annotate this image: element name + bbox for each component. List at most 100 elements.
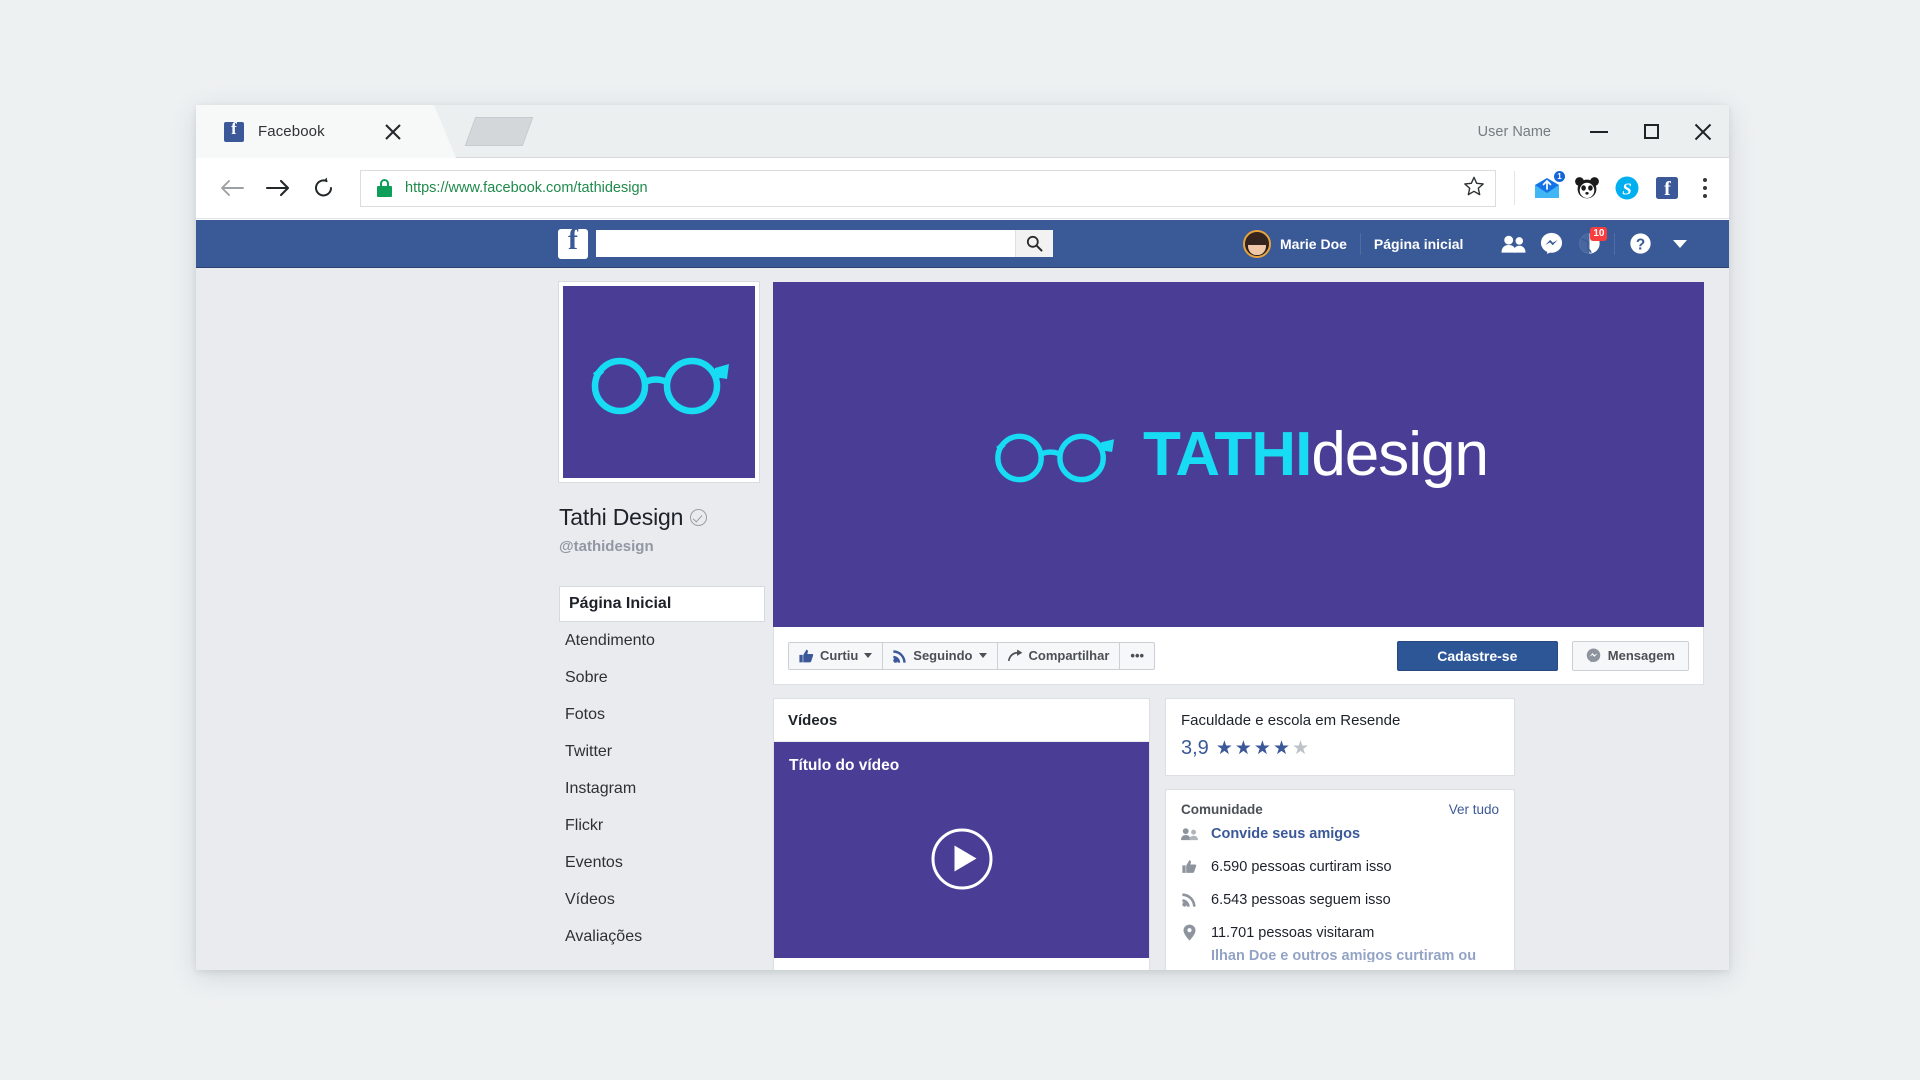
sidebar-item-twitter[interactable]: Twitter: [559, 733, 765, 770]
rss-icon: [1181, 892, 1198, 907]
sidebar-item-label: Vídeos: [565, 890, 615, 908]
see-all-link[interactable]: Ver tudo: [1449, 802, 1499, 817]
cover-logo: TATHIdesign: [989, 423, 1489, 486]
nav-icon-divider: [1614, 232, 1616, 255]
signup-button[interactable]: Cadastre-se: [1396, 640, 1558, 671]
url-text: https://www.facebook.com/tathidesign: [405, 180, 648, 196]
sidebar-item-instagram[interactable]: Instagram: [559, 770, 765, 807]
profile-picture[interactable]: [559, 282, 759, 482]
sidebar-item-fotos[interactable]: Fotos: [559, 696, 765, 733]
chevron-down-icon: [978, 653, 987, 658]
community-row-text: 6.590 pessoas curtiram isso: [1211, 858, 1392, 875]
follow-button[interactable]: Seguindo: [882, 641, 998, 670]
like-button[interactable]: Curtiu: [788, 641, 884, 670]
sidebar-item-label: Sobre: [565, 668, 608, 686]
notifications-globe-icon[interactable]: 10: [1570, 225, 1608, 263]
star-icon[interactable]: [1463, 175, 1485, 202]
user-name-label: User Name: [1477, 123, 1551, 140]
avatar[interactable]: [1243, 229, 1271, 258]
community-friends-row[interactable]: Ilhan Doe e outros amigos curtiram ou: [1181, 949, 1499, 962]
message-button[interactable]: Mensagem: [1571, 640, 1689, 671]
sidebar-item-label: Instagram: [565, 779, 637, 797]
facebook-body: Tathi Design @tathidesign Página Inicial…: [196, 268, 1729, 970]
sidebar-item-atendimento[interactable]: Atendimento: [559, 622, 765, 659]
new-tab-button[interactable]: [464, 117, 534, 146]
cover-brand-text: TATHIdesign: [1143, 423, 1489, 486]
close-window-button[interactable]: [1677, 105, 1729, 158]
sidebar-item-label: Eventos: [565, 853, 623, 871]
help-icon[interactable]: ?: [1621, 225, 1659, 263]
sidebar-item-label: Atendimento: [565, 631, 655, 649]
chrome-menu-icon[interactable]: [1687, 168, 1723, 208]
messenger-icon[interactable]: [1532, 225, 1570, 263]
address-bar[interactable]: https://www.facebook.com/tathidesign: [360, 169, 1496, 207]
minimize-button[interactable]: [1573, 105, 1625, 158]
sidebar-item-flickr[interactable]: Flickr: [559, 807, 765, 844]
facebook-extension-icon[interactable]: f: [1647, 168, 1687, 208]
search-input[interactable]: [596, 230, 1015, 257]
close-icon[interactable]: [382, 121, 404, 143]
page-action-bar: Curtiu Seguindo Compartilhar ••• Cadastr…: [773, 627, 1704, 685]
nav-divider: [1359, 232, 1361, 255]
facebook-search[interactable]: [596, 230, 1053, 257]
like-button-label: Curtiu: [820, 648, 859, 663]
invite-friends-icon: [1181, 827, 1198, 841]
community-title: Comunidade: [1181, 802, 1263, 817]
forward-arrow-icon: [265, 179, 290, 197]
sidebar-item-pagina-inicial[interactable]: Página Inicial: [559, 586, 765, 622]
facebook-nav-right: Marie Doe Página inicial 10 ?: [1243, 225, 1688, 263]
nav-user-name[interactable]: Marie Doe: [1280, 236, 1347, 252]
sidebar-item-label: Fotos: [565, 705, 606, 723]
facebook-page: Marie Doe Página inicial: [196, 220, 1729, 970]
video-title: Título do vídeo: [789, 757, 900, 774]
star-rating: ★ ★ ★ ★ ★: [1216, 739, 1309, 758]
nav-home-link[interactable]: Página inicial: [1374, 236, 1463, 252]
forward-button[interactable]: [255, 165, 301, 211]
page-title: Tathi Design: [559, 504, 684, 530]
more-options-icon: •••: [1130, 648, 1145, 663]
browser-window: Facebook User Name: [196, 105, 1729, 970]
share-button[interactable]: Compartilhar: [996, 641, 1121, 670]
sidebar-nav: Página Inicial Atendimento Sobre Fotos T…: [559, 586, 765, 955]
notifications-badge: 10: [1590, 226, 1608, 241]
sidebar-item-eventos[interactable]: Eventos: [559, 844, 765, 881]
mail-extension-icon[interactable]: 1: [1527, 168, 1567, 208]
sidebar-item-avaliacoes[interactable]: Avaliações: [559, 918, 765, 955]
mail-badge: 1: [1554, 171, 1565, 182]
cover-photo[interactable]: TATHIdesign: [773, 282, 1704, 627]
messenger-icon: [1586, 648, 1601, 663]
profile-sidebar: Tathi Design @tathidesign Página Inicial…: [559, 282, 765, 955]
chevron-down-icon[interactable]: [1673, 239, 1688, 248]
star-icon: ★: [1253, 738, 1271, 759]
message-button-label: Mensagem: [1607, 648, 1675, 663]
friend-requests-icon[interactable]: [1494, 225, 1532, 263]
profile-name-row: Tathi Design: [559, 504, 765, 531]
tab-strip: Facebook User Name: [196, 105, 1729, 158]
community-invite-row[interactable]: Convide seus amigos: [1181, 817, 1499, 850]
more-options-button[interactable]: •••: [1119, 641, 1156, 670]
share-button-label: Compartilhar: [1028, 648, 1110, 663]
close-icon: [1694, 123, 1712, 140]
play-icon[interactable]: [931, 828, 992, 890]
community-row-text: Ilhan Doe e outros amigos curtiram ou: [1211, 949, 1477, 962]
minimize-icon: [1590, 130, 1608, 133]
search-button[interactable]: [1015, 230, 1053, 257]
extension-icons: 1 S f: [1514, 171, 1687, 205]
follow-button-label: Seguindo: [913, 648, 973, 663]
skype-extension-icon[interactable]: S: [1607, 168, 1647, 208]
sidebar-item-sobre[interactable]: Sobre: [559, 659, 765, 696]
rating-row[interactable]: 3,9 ★ ★ ★ ★ ★: [1181, 737, 1499, 760]
facebook-favicon: [224, 119, 244, 142]
community-row-text: 6.543 pessoas seguem isso: [1211, 891, 1391, 908]
sidebar-item-label: Flickr: [565, 816, 604, 834]
profile-handle: @tathidesign: [559, 538, 654, 555]
sidebar-item-videos[interactable]: Vídeos: [559, 881, 765, 918]
panda-extension-icon[interactable]: [1567, 168, 1607, 208]
reload-button[interactable]: [301, 165, 347, 211]
glasses-logo: [591, 357, 729, 415]
community-card: Comunidade Ver tudo Convide seus amigos …: [1165, 789, 1515, 970]
video-thumbnail[interactable]: Título do vídeo: [774, 742, 1149, 958]
facebook-logo[interactable]: [558, 223, 588, 259]
maximize-button[interactable]: [1625, 105, 1677, 158]
back-button[interactable]: [209, 165, 255, 211]
